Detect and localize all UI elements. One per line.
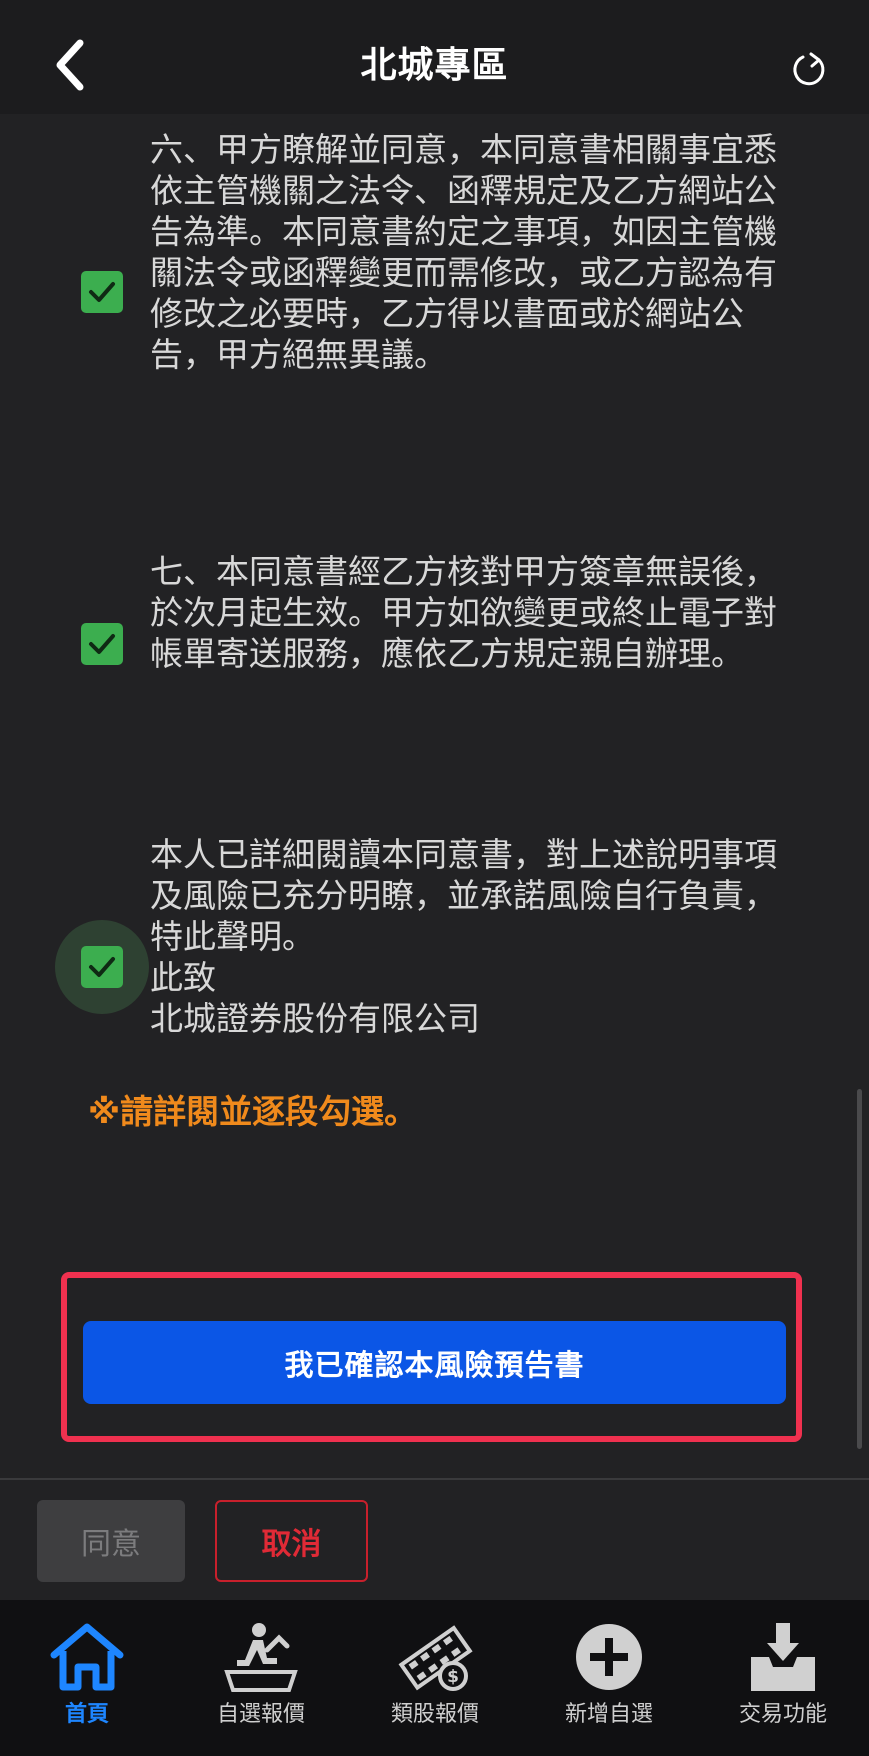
nav-label: 首頁	[64, 1702, 109, 1727]
nav-label: 類股報價	[390, 1702, 479, 1727]
nav-label: 自選報價	[216, 1702, 305, 1727]
consent-page: 北城專區 六、甲方瞭解並同意，本同意書相關事宜悉依主管機關之法令、函釋規定及乙方…	[0, 0, 869, 1756]
bottom-nav: 首頁 自選報價 $ 類股報價 新增自選 交易功能	[0, 1600, 869, 1756]
clause-checkbox[interactable]	[81, 623, 123, 665]
clause-text: 本人已詳細閱讀本同意書，對上述說明事項及風險已充分明瞭，並承諾風險自行負責，特此…	[150, 835, 777, 1038]
svg-text:$: $	[447, 1667, 459, 1687]
checkmark-icon	[89, 282, 115, 302]
home-icon	[42, 1612, 132, 1702]
nav-item-home[interactable]: 首頁	[0, 1600, 174, 1756]
nav-label: 新增自選	[564, 1702, 653, 1727]
person-chart-icon	[216, 1612, 306, 1702]
checkmark-icon	[89, 634, 115, 654]
notice-text: ※請詳閱並逐段勾選。	[88, 1092, 418, 1131]
clause-text: 六、甲方瞭解並同意，本同意書相關事宜悉依主管機關之法令、函釋規定及乙方網站公告為…	[150, 130, 777, 374]
clause-checkbox[interactable]	[81, 271, 123, 313]
scrollbar[interactable]	[857, 1089, 862, 1449]
divider	[0, 1478, 869, 1480]
cancel-button[interactable]: 取消	[215, 1500, 368, 1582]
clause-checkbox[interactable]	[81, 946, 123, 988]
nav-item-add-watchlist[interactable]: 新增自選	[522, 1600, 696, 1756]
clause-text: 七、本同意書經乙方核對甲方簽章無誤後，於次月起生效。甲方如欲變更或終止電子對帳單…	[150, 552, 777, 673]
refresh-icon	[793, 52, 825, 86]
agree-button[interactable]: 同意	[37, 1500, 185, 1582]
nav-item-watchlist[interactable]: 自選報價	[174, 1600, 348, 1756]
inbox-download-icon	[738, 1612, 828, 1702]
nav-item-trading[interactable]: 交易功能	[696, 1600, 869, 1756]
plus-circle-icon	[564, 1612, 654, 1702]
nav-item-sector-quotes[interactable]: $ 類股報價	[348, 1600, 522, 1756]
confirm-risk-button[interactable]: 我已確認本風險預告書	[83, 1321, 786, 1404]
film-money-icon: $	[390, 1612, 480, 1702]
checkmark-icon	[89, 957, 115, 977]
refresh-button[interactable]	[779, 40, 839, 100]
app-header: 北城專區	[0, 0, 869, 114]
nav-label: 交易功能	[738, 1702, 827, 1727]
page-title: 北城專區	[360, 45, 509, 86]
